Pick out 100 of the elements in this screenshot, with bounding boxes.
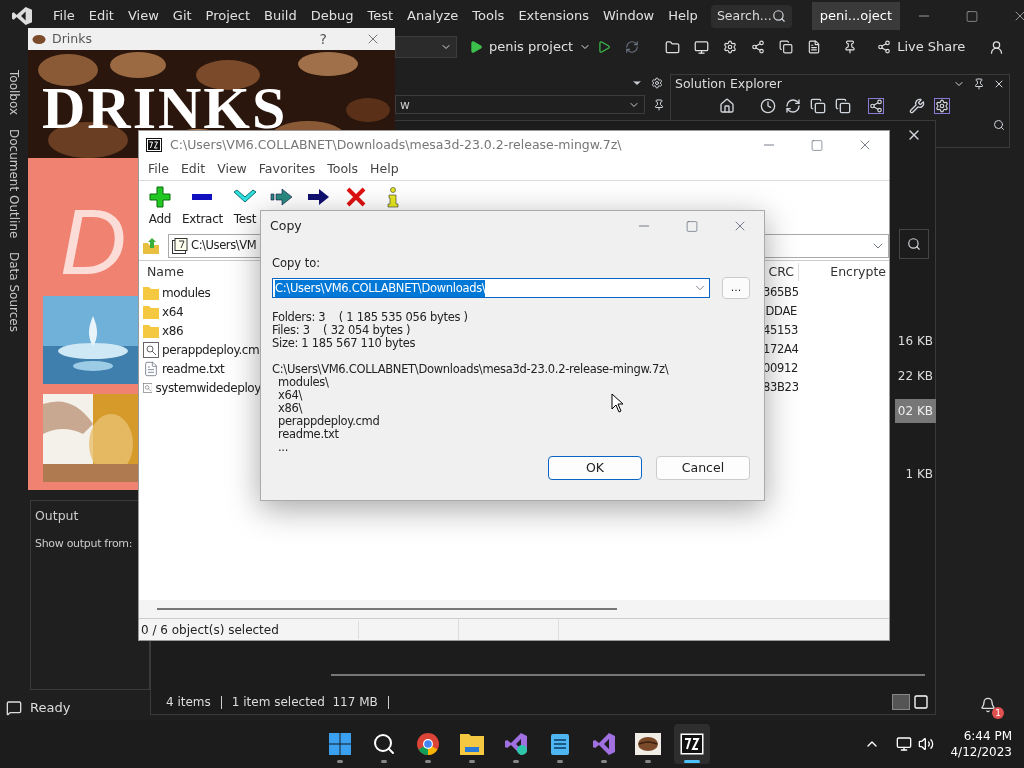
refresh-icon[interactable]: [625, 40, 640, 54]
file-name[interactable]: readme.txt: [162, 359, 225, 378]
menu-item[interactable]: Favorites: [252, 160, 322, 179]
share-icon[interactable]: [751, 40, 766, 54]
output-source-label: Show output from:: [35, 535, 134, 552]
file-name[interactable]: systemwidedeploy: [155, 378, 261, 397]
menu-item[interactable]: Project: [198, 6, 258, 26]
item-line: ...: [278, 441, 289, 455]
menu-item[interactable]: Extensions: [511, 6, 596, 26]
plus-icon: [149, 186, 171, 208]
size-cell: 02 KB: [894, 399, 936, 423]
file-name[interactable]: perappdeploy.cm: [162, 340, 260, 359]
menu-item[interactable]: Help: [661, 6, 705, 26]
column-header[interactable]: Encrypte: [799, 262, 889, 282]
history-icon[interactable]: [760, 98, 776, 114]
settings-icon[interactable]: [723, 40, 738, 54]
folder-up-icon[interactable]: [142, 236, 160, 255]
menu-item[interactable]: File: [46, 6, 82, 26]
home-icon[interactable]: [719, 98, 735, 114]
settings-icon[interactable]: [651, 77, 663, 89]
search-icon[interactable]: [993, 119, 1005, 131]
menu-item[interactable]: Build: [257, 6, 304, 26]
folder-icon: [143, 285, 159, 300]
banner-heading: DRINKS: [42, 78, 288, 138]
item-line: readme.txt: [278, 428, 339, 442]
menu-item[interactable]: Tools: [465, 6, 512, 26]
menu-item[interactable]: Tools: [321, 160, 365, 179]
close-icon[interactable]: [993, 78, 1005, 90]
folder-icon: [143, 323, 159, 338]
summary-line: Folders: 3 ( 1 185 535 056 bytes ): [272, 311, 469, 325]
arrow-icon: [306, 186, 331, 208]
menu-item[interactable]: Debug: [303, 6, 361, 26]
window-icon[interactable]: [694, 39, 710, 55]
window-title: C:\Users\VM6.COLLABNET\Downloads\mesa3d-23.0.2-release-mingw.7z\: [170, 135, 622, 154]
selection-info: 1 item selected 117 MB: [231, 694, 378, 711]
file-name[interactable]: modules: [162, 283, 211, 302]
clock[interactable]: 6:44 PM 4/12/2023: [950, 728, 1012, 760]
browse-button[interactable]: ...: [722, 277, 750, 300]
play-icon[interactable]: [469, 40, 483, 54]
cursor-icon: [611, 393, 624, 413]
taskbar-button[interactable]: [674, 724, 710, 764]
copy-icon[interactable]: [779, 40, 794, 54]
menu-item[interactable]: Edit: [81, 6, 121, 26]
panel-title: Output: [35, 507, 80, 525]
source-path: C:\Users\VM6.COLLABNET\Downloads\mesa3d-23.0.2-release-mingw.7z\: [272, 363, 670, 377]
search-icon: [907, 237, 921, 251]
browser-icon: [416, 732, 440, 756]
play-outline-icon[interactable]: [597, 40, 612, 54]
toolbar-button[interactable]: Test: [229, 186, 260, 228]
folder-icon: [460, 733, 484, 755]
feedback-icon[interactable]: [989, 39, 1005, 55]
menu-item[interactable]: Edit: [174, 160, 212, 179]
toolbar-button[interactable]: Add: [145, 186, 175, 228]
cancel-button[interactable]: Cancel: [656, 456, 750, 481]
wrench-icon[interactable]: [909, 98, 925, 114]
copy-icon[interactable]: [835, 98, 851, 114]
panel-title: Solution Explorer: [675, 74, 782, 93]
windows-icon: [328, 732, 352, 756]
script-file-icon: [143, 341, 159, 358]
toolbar-button[interactable]: Extract: [182, 186, 223, 228]
vs-logo-icon: [11, 6, 33, 26]
menu-item[interactable]: File: [142, 160, 175, 179]
search-icon: [372, 732, 396, 756]
coffee-bean-icon: [32, 33, 46, 45]
status-text: Ready: [30, 699, 71, 718]
notification-button[interactable]: 1: [980, 697, 1004, 719]
menu-item[interactable]: View: [120, 6, 166, 26]
search-field[interactable]: Search...: [710, 4, 792, 28]
side-tab[interactable]: Data Sources: [5, 252, 23, 333]
file-name[interactable]: x86: [162, 321, 184, 340]
vs-icon: [592, 732, 616, 756]
menu-item[interactable]: Window: [595, 6, 662, 26]
solution-title: peni...oject: [811, 2, 901, 30]
live-share-button[interactable]: Live Share: [877, 37, 966, 57]
vs-installer-icon: [504, 732, 528, 756]
pin-icon[interactable]: [973, 78, 985, 90]
tiles-view-button[interactable]: [913, 694, 929, 710]
ok-button[interactable]: OK: [548, 456, 642, 481]
destination-field[interactable]: C:\Users\VM6.COLLABNET\Downloads\: [272, 278, 710, 299]
item-line: x86\: [278, 402, 303, 416]
search-button[interactable]: [899, 229, 929, 259]
menu-item[interactable]: View: [211, 160, 253, 179]
document-icon[interactable]: [807, 40, 822, 54]
network-icon[interactable]: [896, 736, 913, 752]
file-name[interactable]: x64: [162, 302, 184, 321]
help-button[interactable]: ?: [319, 28, 327, 50]
scope-dropdown[interactable]: w: [395, 95, 645, 114]
menu-item[interactable]: Test: [360, 6, 401, 26]
menu-item[interactable]: Git: [165, 6, 199, 26]
scrollbar-thumb[interactable]: [157, 608, 617, 610]
side-tab[interactable]: Toolbox: [5, 70, 23, 115]
notification-badge: 1: [992, 707, 1004, 719]
menu-item[interactable]: Help: [364, 160, 405, 179]
folder-icon[interactable]: [665, 39, 681, 55]
sync-icon[interactable]: [785, 98, 801, 114]
menu-item[interactable]: Analyze: [400, 6, 466, 26]
volume-icon[interactable]: [918, 736, 935, 752]
side-tab[interactable]: Document Outline: [5, 129, 23, 239]
run-target-button[interactable]: penis project: [489, 37, 574, 57]
archive-app-icon: [146, 138, 162, 152]
